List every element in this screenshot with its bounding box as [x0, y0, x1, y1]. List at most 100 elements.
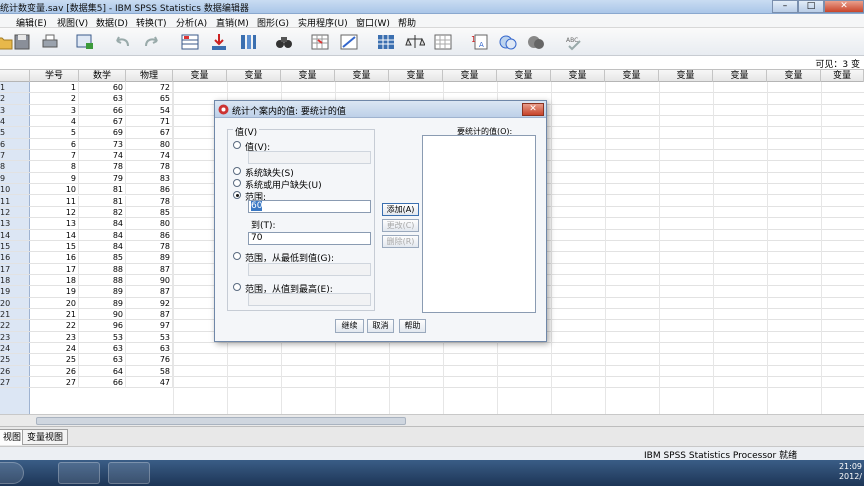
- values-to-count-list[interactable]: [422, 135, 536, 313]
- table-cell[interactable]: 84: [79, 218, 126, 230]
- table-cell[interactable]: 63: [79, 93, 126, 105]
- row-number[interactable]: 2: [0, 93, 29, 104]
- table-cell[interactable]: 63: [79, 343, 126, 355]
- table-cell[interactable]: 73: [79, 138, 126, 150]
- column-header[interactable]: 变量: [281, 70, 335, 82]
- table-cell[interactable]: 97: [126, 320, 173, 332]
- table-cell[interactable]: 2: [30, 93, 79, 105]
- table-cell[interactable]: 66: [79, 377, 126, 389]
- table-cell[interactable]: 6: [30, 138, 79, 150]
- table-cell[interactable]: 78: [126, 240, 173, 252]
- table-cell[interactable]: 81: [79, 184, 126, 196]
- table-cell[interactable]: 76: [126, 354, 173, 366]
- start-button[interactable]: [0, 462, 24, 484]
- value-labels-icon[interactable]: 1A: [470, 32, 490, 52]
- row-number[interactable]: 22: [0, 320, 29, 331]
- table-cell[interactable]: 78: [126, 161, 173, 173]
- row-number[interactable]: 5: [0, 127, 29, 138]
- table-cell[interactable]: 72: [126, 82, 173, 93]
- table-cell[interactable]: 83: [126, 172, 173, 184]
- table-cell[interactable]: 85: [126, 206, 173, 218]
- row-number[interactable]: 13: [0, 218, 29, 229]
- table-cell[interactable]: 66: [79, 104, 126, 116]
- radio-value-to-highest[interactable]: [233, 283, 241, 291]
- row-number[interactable]: 14: [0, 230, 29, 241]
- row-number[interactable]: 3: [0, 105, 29, 116]
- table-cell[interactable]: 89: [126, 252, 173, 264]
- row-number[interactable]: 12: [0, 207, 29, 218]
- table-cell[interactable]: 3: [30, 104, 79, 116]
- row-number[interactable]: 6: [0, 139, 29, 150]
- undo-icon[interactable]: [112, 32, 132, 52]
- row-number[interactable]: 7: [0, 150, 29, 161]
- row-number[interactable]: 18: [0, 275, 29, 286]
- row-number[interactable]: 17: [0, 264, 29, 275]
- cancel-button[interactable]: 取消: [367, 319, 394, 333]
- table-cell[interactable]: 86: [126, 229, 173, 241]
- column-header[interactable]: 物理: [126, 70, 173, 82]
- table-cell[interactable]: 23: [30, 331, 79, 343]
- table-cell[interactable]: 13: [30, 218, 79, 230]
- table-cell[interactable]: 8: [30, 161, 79, 173]
- horizontal-scrollbar[interactable]: [0, 414, 864, 426]
- table-cell[interactable]: 15: [30, 240, 79, 252]
- use-variable-sets-icon[interactable]: [498, 32, 518, 52]
- table-cell[interactable]: 58: [126, 365, 173, 377]
- table-cell[interactable]: 89: [79, 286, 126, 298]
- table-cell[interactable]: 74: [79, 150, 126, 162]
- table-cell[interactable]: 63: [126, 343, 173, 355]
- column-header[interactable]: 变量: [389, 70, 443, 82]
- table-cell[interactable]: 96: [79, 320, 126, 332]
- row-number[interactable]: 27: [0, 377, 29, 388]
- table-cell[interactable]: 67: [79, 116, 126, 128]
- column-header[interactable]: 变量: [551, 70, 605, 82]
- table-cell[interactable]: 4: [30, 116, 79, 128]
- row-number[interactable]: 9: [0, 173, 29, 184]
- column-header[interactable]: 变量: [443, 70, 497, 82]
- table-cell[interactable]: 87: [126, 286, 173, 298]
- range-from-input[interactable]: 60: [248, 200, 371, 213]
- system-clock[interactable]: 21:09 2012/: [839, 462, 862, 482]
- table-cell[interactable]: 26: [30, 365, 79, 377]
- table-cell[interactable]: 25: [30, 354, 79, 366]
- scrollbar-thumb[interactable]: [36, 417, 406, 425]
- row-number[interactable]: 8: [0, 161, 29, 172]
- table-cell[interactable]: 67: [126, 127, 173, 139]
- column-header[interactable]: 变量: [659, 70, 713, 82]
- table-cell[interactable]: 47: [126, 377, 173, 389]
- column-header[interactable]: 变量: [173, 70, 227, 82]
- column-header[interactable]: 变量: [821, 70, 864, 82]
- range-to-input[interactable]: 70: [248, 232, 371, 245]
- table-cell[interactable]: 11: [30, 195, 79, 207]
- table-cell[interactable]: 60: [79, 82, 126, 93]
- select-cases-icon[interactable]: [433, 32, 453, 52]
- row-number[interactable]: 4: [0, 116, 29, 127]
- table-cell[interactable]: 69: [79, 127, 126, 139]
- table-cell[interactable]: 54: [126, 104, 173, 116]
- table-cell[interactable]: 16: [30, 252, 79, 264]
- row-number[interactable]: 19: [0, 286, 29, 297]
- table-cell[interactable]: 71: [126, 116, 173, 128]
- table-cell[interactable]: 9: [30, 172, 79, 184]
- column-header[interactable]: 变量: [767, 70, 821, 82]
- row-number[interactable]: 25: [0, 354, 29, 365]
- row-number[interactable]: 11: [0, 196, 29, 207]
- table-cell[interactable]: 80: [126, 138, 173, 150]
- goto-variable-icon[interactable]: [209, 32, 229, 52]
- taskbar-app-spss[interactable]: [58, 462, 100, 484]
- taskbar-app-explorer[interactable]: [108, 462, 150, 484]
- lowest-to-value-input[interactable]: [248, 263, 371, 276]
- change-button[interactable]: 更改(C): [382, 219, 419, 232]
- radio-lowest-to-value[interactable]: [233, 252, 241, 260]
- column-header[interactable]: 变量: [713, 70, 767, 82]
- column-header[interactable]: 学号: [30, 70, 79, 82]
- table-cell[interactable]: 64: [79, 365, 126, 377]
- row-number[interactable]: 24: [0, 343, 29, 354]
- row-number[interactable]: 20: [0, 298, 29, 309]
- table-cell[interactable]: 5: [30, 127, 79, 139]
- goto-case-icon[interactable]: [180, 32, 200, 52]
- minimize-button[interactable]: –: [772, 0, 798, 13]
- continue-button[interactable]: 继续: [335, 319, 364, 333]
- table-cell[interactable]: 24: [30, 343, 79, 355]
- help-button[interactable]: 帮助: [399, 319, 426, 333]
